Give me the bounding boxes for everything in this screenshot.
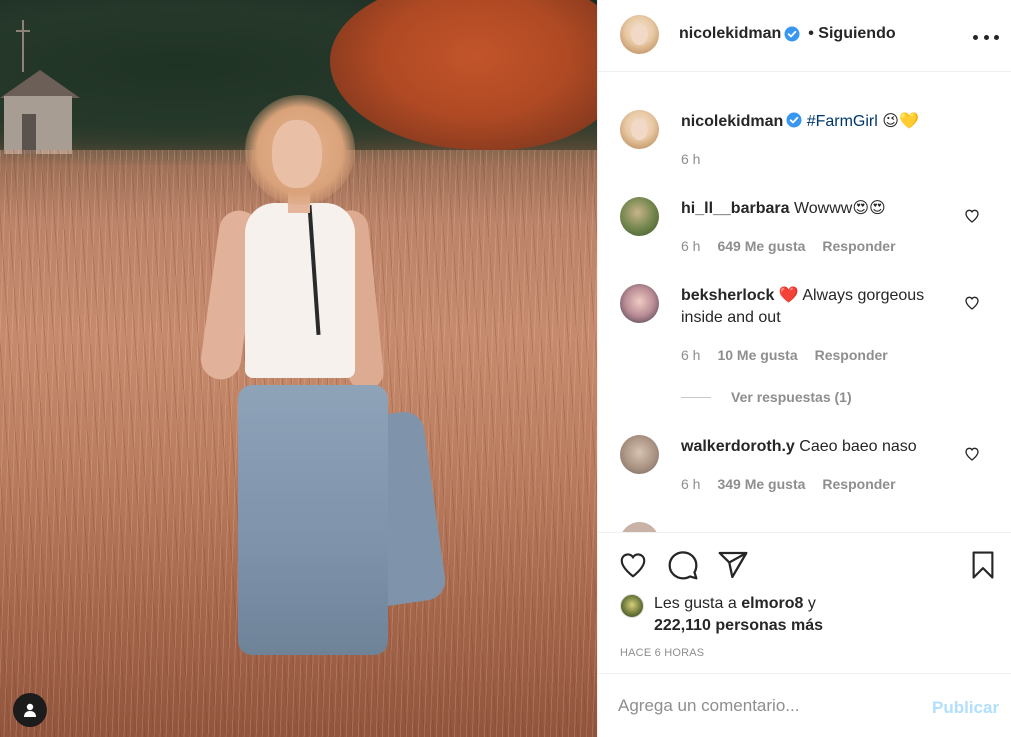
add-comment-bar: Publicar [598,673,1011,737]
liker-username[interactable]: elmoro8 [741,595,803,612]
comment-meta: 6 h 349 Me gusta Responder [681,476,896,492]
tagged-users-button[interactable] [13,693,47,727]
comment-likes[interactable]: 349 Me gusta [717,476,805,492]
comment-body: Wowww😍😍 [793,200,886,217]
likes-summary: Les gusta a elmoro8 y 222,110 personas m… [620,593,823,637]
heart-icon[interactable] [964,446,980,462]
comment-username[interactable]: beksherlock [681,287,774,304]
reply-button[interactable]: Responder [822,238,895,254]
post-header: nicolekidman • Siguiendo [598,0,1011,72]
comment-icon[interactable] [666,548,700,582]
comment-username[interactable]: walkerdoroth.y [681,438,795,455]
post-photo[interactable] [0,0,597,737]
author-row: nicolekidman • Siguiendo [679,25,896,43]
comment-text: hi_ll__barbara Wowww😍😍 [681,198,961,220]
comment-meta: 6 h 10 Me gusta Responder [681,347,888,363]
share-icon[interactable] [716,548,750,582]
author-avatar[interactable] [620,15,659,54]
commenter-avatar[interactable] [620,197,659,236]
view-replies-button[interactable]: Ver respuestas (1) [731,389,852,405]
caption-text: nicolekidman #FarmGirl 😉💛 [681,111,961,133]
photo-chapel [0,20,80,155]
verified-icon [786,112,802,128]
verified-icon [784,26,800,42]
commenter-avatar[interactable] [620,522,659,532]
heart-icon[interactable] [964,208,980,224]
reply-button[interactable]: Responder [815,347,888,363]
post-time-ago[interactable]: HACE 6 HORAS [620,647,704,659]
comment-likes[interactable]: 10 Me gusta [717,347,797,363]
caption-avatar[interactable] [620,110,659,149]
author-username[interactable]: nicolekidman [679,25,781,43]
comment-input[interactable] [618,694,918,718]
likes-count[interactable]: 222,110 personas más [654,617,823,634]
caption-username[interactable]: nicolekidman [681,113,783,130]
comment-text: walkerdoroth.y Caeo baeo naso [681,436,961,458]
likes-prefix: Les gusta a [654,595,737,612]
replies-divider [681,397,711,398]
publish-button[interactable]: Publicar [932,698,999,718]
heart-icon[interactable] [616,548,650,582]
comment-text: beksherlock ❤️ Always gorgeous inside an… [681,285,961,329]
comment-meta: 6 h 649 Me gusta Responder [681,238,896,254]
likes-connector: y [807,595,816,612]
comment-time[interactable]: 6 h [681,476,700,492]
post-actions: Les gusta a elmoro8 y 222,110 personas m… [598,532,1011,673]
comment-body: Caeo baeo naso [799,438,917,455]
commenter-avatar[interactable] [620,435,659,474]
reply-button[interactable]: Responder [822,476,895,492]
caption-time[interactable]: 6 h [681,151,700,167]
bookmark-icon[interactable] [966,548,1000,582]
comment-time[interactable]: 6 h [681,238,700,254]
comment-time[interactable]: 6 h [681,347,700,363]
caption-hashtag[interactable]: #FarmGirl [807,113,878,130]
comment-likes[interactable]: 649 Me gusta [717,238,805,254]
likes-text: Les gusta a elmoro8 y 222,110 personas m… [654,593,823,637]
comment-username[interactable]: hi_ll__barbara [681,200,790,217]
more-options-icon[interactable] [973,28,999,46]
photo-subject [198,95,448,655]
comments-list[interactable]: nicolekidman #FarmGirl 😉💛 6 h hi_ll__bar… [598,82,1011,532]
caption-meta: 6 h [681,151,700,167]
follow-status-button[interactable]: • Siguiendo [808,25,895,43]
heart-icon[interactable] [964,295,980,311]
user-icon [24,703,36,717]
post-sidebar: nicolekidman • Siguiendo nicolekidman #F… [597,0,1011,737]
commenter-avatar[interactable] [620,284,659,323]
liker-avatar[interactable] [620,594,644,618]
caption-emojis: 😉💛 [882,113,919,130]
